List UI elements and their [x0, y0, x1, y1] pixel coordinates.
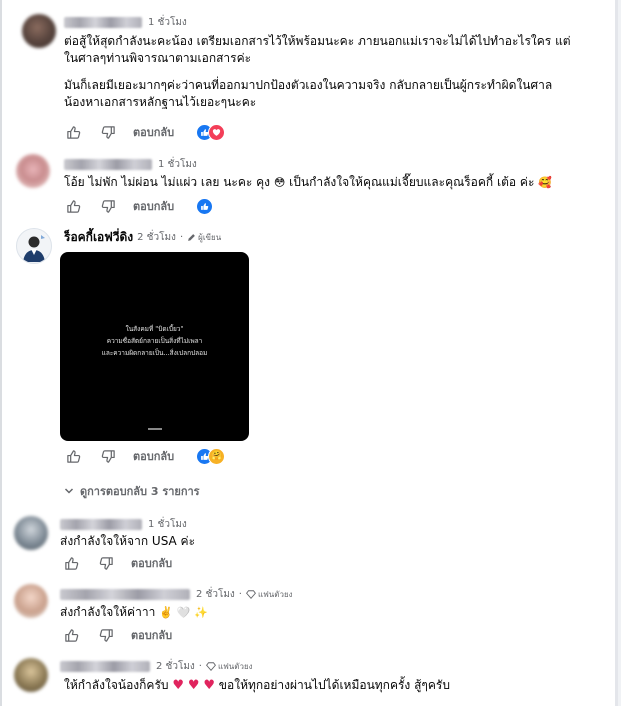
diamond-icon: [246, 589, 256, 599]
care-reaction-icon: 🤗: [208, 447, 226, 465]
avatar[interactable]: [14, 516, 48, 550]
dislike-icon[interactable]: [99, 447, 117, 465]
dislike-icon[interactable]: [97, 554, 115, 572]
comment-actions: ตอบกลับ 🤗: [64, 446, 226, 466]
separator: ·: [198, 660, 202, 672]
comment-header: ร็อคกี้เอฟวี่ดิง 2 ชั่วโมง · ผู้เขียน: [64, 229, 221, 245]
red-heart-icon: ♥: [203, 678, 215, 693]
author-name-redacted[interactable]: [64, 16, 142, 28]
video-attachment[interactable]: ในสังคมที่ "บิดเบี้ยว" ความซื่อสัตย์กลาย…: [60, 252, 249, 441]
victory-hand-icon: ✌️: [159, 606, 173, 619]
avatar[interactable]: [14, 658, 48, 692]
like-icon[interactable]: [62, 554, 80, 572]
diamond-icon: [206, 661, 216, 671]
comment-text: โอ้ย ไม่พัก ไม่ผ่อน ไม่แผ่ว เลย นะคะ คุง…: [64, 174, 552, 191]
like-icon[interactable]: [64, 123, 82, 141]
reply-button[interactable]: ตอบกลับ: [131, 626, 172, 644]
comment-text-line: มันก็เลยมีเยอะมากๆค่ะว่าคนที่ออกมาปกป้อง…: [64, 78, 553, 92]
timestamp[interactable]: 1 ชั่วโมง: [148, 517, 187, 532]
panel-border: [0, 0, 2, 706]
comment-text-part: ขอให้ทุกอย่างผ่านไปได้เหมือนทุกครั้ง สู้…: [218, 678, 450, 692]
author-name-redacted[interactable]: [64, 158, 152, 170]
fan-badge-label: แฟนตัวยง: [257, 589, 293, 599]
sparkles-icon: ✨: [194, 606, 208, 619]
blushing-face-icon: 😳: [273, 176, 286, 189]
author-name-redacted[interactable]: [60, 518, 142, 530]
view-replies-button[interactable]: ดูการตอบกลับ 3 รายการ: [64, 482, 200, 500]
comment-text-part: โอ้ย ไม่พัก ไม่ผ่อน ไม่แผ่ว เลย นะคะ คุง: [64, 175, 271, 189]
view-replies-label: ดูการตอบกลับ 3 รายการ: [80, 485, 200, 498]
scrollbar-track[interactable]: [615, 0, 618, 706]
reply-button[interactable]: ตอบกลับ: [133, 197, 174, 215]
reply-button[interactable]: ตอบกลับ: [133, 123, 174, 141]
like-icon[interactable]: [64, 447, 82, 465]
white-heart-icon: 🤍: [176, 606, 191, 619]
comment-text-line: ต่อสู้ให้สุดกำลังนะคะน้อง เตรียมเอกสารไว…: [64, 34, 571, 48]
author-avatar[interactable]: [16, 228, 52, 264]
dislike-icon[interactable]: [97, 626, 115, 644]
smiling-hearts-face-icon: 🥰: [538, 176, 552, 189]
timestamp[interactable]: 1 ชั่วโมง: [158, 157, 197, 172]
reaction-summary[interactable]: [196, 197, 214, 215]
comment-actions: ตอบกลับ: [62, 553, 172, 573]
video-caption-line: ความซื่อสัตย์กลายเป็นสิ่งที่ไม่เพลา: [106, 337, 203, 345]
avatar[interactable]: [14, 584, 48, 618]
comment-text-line: น้องหาเอกสารหลักฐานไว้เยอะๆนะคะ: [64, 95, 257, 109]
author-name[interactable]: ร็อคกี้เอฟวี่ดิง: [64, 228, 133, 247]
comment-text-part: เป็นกำลังใจให้คุณแม่เจี๊ยบและคุณร็อคกี้ …: [289, 175, 535, 189]
like-icon[interactable]: [62, 626, 80, 644]
fan-badge-label: แฟนตัวยง: [217, 661, 253, 671]
comment-text: ให้กำลังใจน้องก็ครับ ♥ ♥ ♥ ขอให้ทุกอย่าง…: [64, 677, 450, 694]
comment-text-line: ในศาลๆท่านพิจารณาตามเอกสารค่ะ: [64, 51, 252, 65]
comment-header: 1 ชั่วโมง: [64, 156, 197, 172]
comment-header: 1 ชั่วโมง: [60, 516, 187, 532]
comment-header: 2 ชั่วโมง · แฟนตัวยง: [60, 658, 253, 674]
author-name-redacted[interactable]: [60, 588, 190, 600]
timestamp[interactable]: 2 ชั่วโมง: [156, 659, 195, 674]
author-badge-label: ผู้เขียน: [198, 232, 222, 242]
dislike-icon[interactable]: [99, 123, 117, 141]
reply-button[interactable]: ตอบกลับ: [133, 447, 174, 465]
fan-badge: แฟนตัวยง: [206, 660, 253, 673]
video-caption-line: ในสังคมที่ "บิดเบี้ยว": [125, 325, 184, 333]
timestamp[interactable]: 1 ชั่วโมง: [148, 15, 187, 30]
avatar[interactable]: [22, 14, 56, 48]
comment-actions: ตอบกลับ: [62, 625, 172, 645]
author-name-redacted[interactable]: [60, 660, 150, 672]
comment-header: 1 ชั่วโมง: [64, 14, 187, 30]
reaction-summary[interactable]: [196, 123, 226, 141]
separator: ·: [238, 588, 242, 600]
video-progress-indicator: [148, 428, 162, 430]
red-heart-icon: ♥: [187, 678, 200, 693]
love-reaction-icon: [208, 123, 226, 141]
comment-text-part: ให้กำลังใจน้องก็ครับ: [64, 678, 169, 692]
author-badge: ผู้เขียน: [187, 231, 221, 244]
comments-panel: 1 ชั่วโมง ต่อสู้ให้สุดกำลังนะคะน้อง เตรี…: [2, 0, 618, 706]
like-reaction-icon: [196, 197, 214, 215]
pencil-icon: [188, 233, 195, 241]
timestamp[interactable]: 2 ชั่วโมง: [196, 587, 235, 602]
reply-button[interactable]: ตอบกลับ: [131, 554, 172, 572]
comment-header: 2 ชั่วโมง · แฟนตัวยง: [60, 586, 293, 602]
reaction-summary[interactable]: 🤗: [196, 447, 226, 465]
video-caption-line: และความผิดกลายเป็น...สิ่งเปลกปลอม: [101, 349, 208, 357]
comment-text: ส่งกำลังใจให้ค่าาา ✌️ 🤍 ✨: [60, 604, 208, 621]
dislike-icon[interactable]: [99, 197, 117, 215]
comment-actions: ตอบกลับ: [64, 122, 226, 142]
timestamp[interactable]: 2 ชั่วโมง: [137, 230, 176, 245]
separator: ·: [179, 231, 184, 243]
fan-badge: แฟนตัวยง: [246, 588, 293, 601]
comment-actions: ตอบกลับ: [64, 196, 214, 216]
avatar[interactable]: [16, 154, 50, 188]
like-icon[interactable]: [64, 197, 82, 215]
chevron-down-icon: [64, 488, 74, 494]
red-heart-icon: ♥: [172, 678, 184, 693]
comment-text: ส่งกำลังใจให้จาก USA ค่ะ: [60, 534, 196, 548]
comment-text-part: ส่งกำลังใจให้ค่าาา: [60, 605, 156, 619]
